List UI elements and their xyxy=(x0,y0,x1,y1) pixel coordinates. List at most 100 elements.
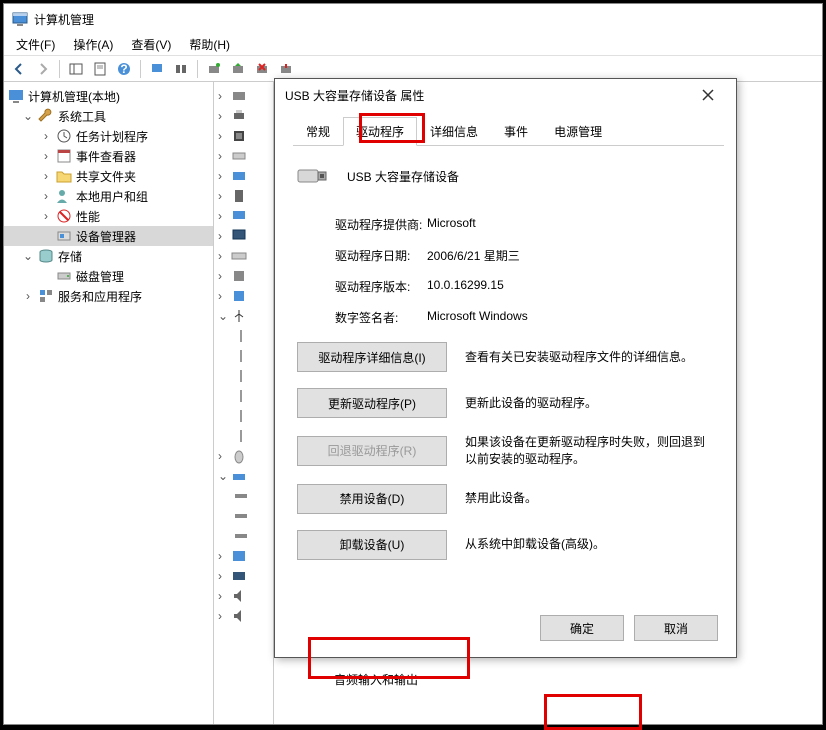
cancel-button[interactable]: 取消 xyxy=(634,615,718,641)
update-driver-button[interactable] xyxy=(227,58,249,80)
tree-root[interactable]: 计算机管理(本地) xyxy=(4,86,213,106)
display-adapter-icon xyxy=(230,568,248,584)
device-category[interactable]: › xyxy=(218,446,269,466)
expander-closed-icon[interactable]: › xyxy=(40,170,52,182)
help-button[interactable]: ? xyxy=(113,58,135,80)
tree-device-manager[interactable]: › 设备管理器 xyxy=(4,226,213,246)
tree-services-apps[interactable]: › 服务和应用程序 xyxy=(4,286,213,306)
computer-management-icon xyxy=(12,11,28,27)
device-category[interactable]: › xyxy=(218,166,269,186)
info-version: 驱动程序版本:10.0.16299.15 xyxy=(297,278,714,295)
expander-closed-icon[interactable]: › xyxy=(40,210,52,222)
rollback-driver-desc: 如果该设备在更新驱动程序时失败，则回退到以前安装的驱动程序。 xyxy=(465,434,714,468)
scan-hardware-button[interactable] xyxy=(203,58,225,80)
computer-icon xyxy=(8,88,24,104)
device-category[interactable]: › xyxy=(218,226,269,246)
device-category[interactable]: › xyxy=(218,586,269,606)
tab-body: USB 大容量存储设备 驱动程序提供商:Microsoft 驱动程序日期:200… xyxy=(275,146,736,605)
back-button[interactable] xyxy=(8,58,30,80)
uninstall-device-button[interactable]: 卸载设备(U) xyxy=(297,530,447,560)
row-uninstall-device: 卸载设备(U) 从系统中卸载设备(高级)。 xyxy=(297,530,714,560)
tree-storage[interactable]: ⌄ 存储 xyxy=(4,246,213,266)
device-item[interactable] xyxy=(218,506,269,526)
tree-disk-management[interactable]: › 磁盘管理 xyxy=(4,266,213,286)
device-category[interactable]: › xyxy=(218,146,269,166)
device-category[interactable]: › xyxy=(218,566,269,586)
disable-device-button[interactable] xyxy=(275,58,297,80)
expander-closed-icon[interactable]: › xyxy=(22,290,34,302)
device-item[interactable] xyxy=(218,326,269,346)
device-item[interactable] xyxy=(218,526,269,546)
toolbar-separator xyxy=(59,60,60,78)
expander-open-icon[interactable]: ⌄ xyxy=(22,110,34,122)
device-item[interactable] xyxy=(218,486,269,506)
close-icon xyxy=(702,89,714,101)
device-category[interactable]: ⌄ xyxy=(218,306,269,326)
tab-driver[interactable]: 驱动程序 xyxy=(343,117,417,146)
expander-closed-icon[interactable]: › xyxy=(40,150,52,162)
tab-details[interactable]: 详细信息 xyxy=(417,117,491,146)
menu-help[interactable]: 帮助(H) xyxy=(181,34,238,55)
disk-icon xyxy=(56,268,72,284)
ok-button[interactable]: 确定 xyxy=(540,615,624,641)
services-icon xyxy=(38,288,54,304)
device-item[interactable] xyxy=(218,386,269,406)
keyboard-icon xyxy=(230,248,248,264)
properties-button[interactable] xyxy=(89,58,111,80)
menu-view[interactable]: 查看(V) xyxy=(123,34,179,55)
uninstall-device-button[interactable] xyxy=(251,58,273,80)
tree-system-tools[interactable]: ⌄ 系统工具 xyxy=(4,106,213,126)
usb-controller-icon xyxy=(230,308,248,324)
device-category[interactable]: › xyxy=(218,126,269,146)
disable-device-button[interactable]: 禁用设备(D) xyxy=(297,484,447,514)
expander-open-icon[interactable]: ⌄ xyxy=(22,250,34,262)
device-category[interactable]: › xyxy=(218,266,269,286)
properties-dialog: USB 大容量存储设备 属性 常规 驱动程序 详细信息 事件 电源管理 USB … xyxy=(274,78,737,658)
tree-local-users[interactable]: › 本地用户和组 xyxy=(4,186,213,206)
menu-file[interactable]: 文件(F) xyxy=(8,34,63,55)
device-category[interactable]: › xyxy=(218,546,269,566)
device-tree-column[interactable]: › › › › › › › › › › › ⌄ › ⌄ xyxy=(214,82,274,724)
users-icon xyxy=(56,188,72,204)
tab-events[interactable]: 事件 xyxy=(491,117,541,146)
tree-shared-folders[interactable]: › 共享文件夹 xyxy=(4,166,213,186)
close-button[interactable] xyxy=(690,83,726,107)
tree-event-viewer[interactable]: › 事件查看器 xyxy=(4,146,213,166)
row-driver-details: 驱动程序详细信息(I) 查看有关已安装驱动程序文件的详细信息。 xyxy=(297,342,714,372)
menu-action[interactable]: 操作(A) xyxy=(65,34,121,55)
tab-power[interactable]: 电源管理 xyxy=(541,117,615,146)
navigation-tree[interactable]: 计算机管理(本地) ⌄ 系统工具 › 任务计划程序 › 事件查看器 › 共享文件… xyxy=(4,82,214,724)
port-icon xyxy=(230,188,248,204)
device-item[interactable] xyxy=(218,426,269,446)
event-log-icon xyxy=(56,148,72,164)
device-category[interactable]: › xyxy=(218,286,269,306)
audio-category-label[interactable]: 音频输入和输出 xyxy=(334,671,418,688)
folder-share-icon xyxy=(56,168,72,184)
tree-performance[interactable]: › 性能 xyxy=(4,206,213,226)
forward-button[interactable] xyxy=(32,58,54,80)
devices-by-type-button[interactable] xyxy=(146,58,168,80)
device-category[interactable]: ⌄ xyxy=(218,466,269,486)
device-item[interactable] xyxy=(218,366,269,386)
device-name: USB 大容量存储设备 xyxy=(347,168,459,185)
tab-general[interactable]: 常规 xyxy=(293,117,343,146)
tree-task-scheduler[interactable]: › 任务计划程序 xyxy=(4,126,213,146)
svg-text:?: ? xyxy=(120,62,127,76)
devices-by-connection-button[interactable] xyxy=(170,58,192,80)
device-category[interactable]: › xyxy=(218,86,269,106)
device-category[interactable]: › xyxy=(218,186,269,206)
expander-closed-icon[interactable]: › xyxy=(40,190,52,202)
driver-details-button[interactable]: 驱动程序详细信息(I) xyxy=(297,342,447,372)
show-hide-tree-button[interactable] xyxy=(65,58,87,80)
device-category[interactable]: › xyxy=(218,606,269,626)
titlebar: 计算机管理 xyxy=(4,4,822,34)
device-category[interactable]: › xyxy=(218,206,269,226)
disable-device-desc: 禁用此设备。 xyxy=(465,490,714,507)
device-item[interactable] xyxy=(218,406,269,426)
device-category[interactable]: › xyxy=(218,106,269,126)
window-title: 计算机管理 xyxy=(34,11,94,28)
expander-closed-icon[interactable]: › xyxy=(40,130,52,142)
device-category[interactable]: › xyxy=(218,246,269,266)
device-item[interactable] xyxy=(218,346,269,366)
update-driver-button[interactable]: 更新驱动程序(P) xyxy=(297,388,447,418)
